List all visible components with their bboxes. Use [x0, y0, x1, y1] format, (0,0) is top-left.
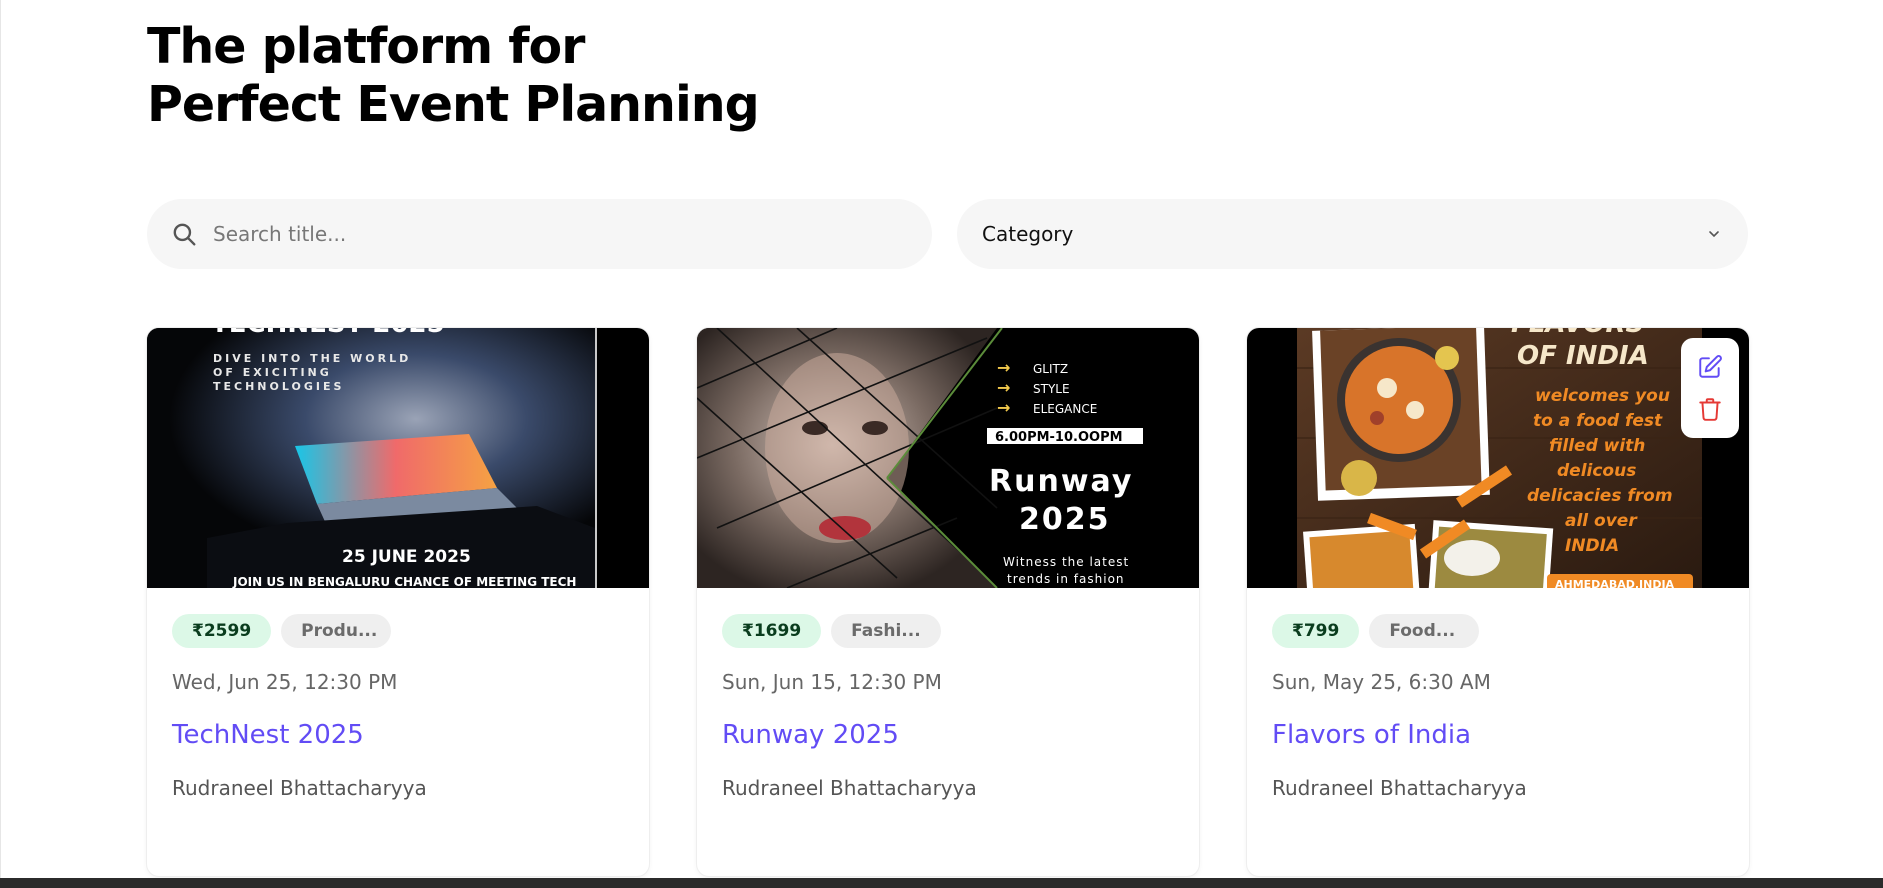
- poster-line-4: delicous: [1557, 461, 1636, 481]
- poster-tagline-1: DIVE INTO THE WORLD: [213, 352, 411, 365]
- search-bar[interactable]: [147, 199, 932, 269]
- poster-line-6: all over: [1565, 511, 1638, 531]
- event-organizer: Rudraneel Bhattacharyya: [722, 776, 977, 800]
- category-badge: Produ...: [281, 614, 392, 648]
- event-card[interactable]: → → → GLITZ STYLE ELEGANCE 6.00PM-10.OOP…: [697, 328, 1199, 876]
- poster-line-5: delicacies from: [1527, 486, 1673, 506]
- event-date: Sun, Jun 15, 12:30 PM: [722, 670, 942, 694]
- price-badge: ₹1699: [722, 614, 822, 648]
- event-card[interactable]: FLAVORS OF INDIA welcomes you to a food …: [1247, 328, 1749, 876]
- window-bottom-edge: [0, 878, 1883, 888]
- poster-bullet-1: GLITZ: [1033, 362, 1068, 376]
- event-card-body: ₹799 Food... Sun, May 25, 6:30 AM Flavor…: [1272, 614, 1729, 800]
- poster-time: 6.00PM-10.OOPM: [995, 430, 1123, 445]
- poster-sub-2: trends in fashion: [1007, 572, 1125, 586]
- poster-line-2: to a food fest: [1533, 411, 1663, 431]
- search-icon: [173, 223, 196, 246]
- event-card-body: ₹1699 Fashi... Sun, Jun 15, 12:30 PM Run…: [722, 614, 1179, 800]
- poster-line-7: INDIA: [1565, 536, 1619, 556]
- event-title[interactable]: Runway 2025: [722, 720, 1179, 754]
- poster-bullet-2: STYLE: [1033, 382, 1070, 396]
- event-title[interactable]: TechNest 2025: [172, 720, 629, 754]
- category-select-label: Category: [982, 222, 1074, 246]
- poster-date: 25 JUNE 2025: [342, 547, 471, 567]
- poster-top-2: OF INDIA: [1517, 341, 1649, 371]
- svg-text:→: →: [997, 358, 1010, 377]
- poster-footer: JOIN US IN BENGALURU CHANCE OF MEETING T…: [232, 575, 576, 588]
- category-badge: Food...: [1369, 614, 1480, 648]
- event-poster-image[interactable]: FLAVORS OF INDIA welcomes you to a food …: [1247, 328, 1749, 588]
- poster-top-1: FLAVORS: [1511, 328, 1644, 339]
- search-input[interactable]: [213, 222, 863, 246]
- page-title: The platform for Perfect Event Planning: [147, 18, 760, 134]
- category-badge: Fashi...: [831, 614, 942, 648]
- chevron-down-icon: [1709, 231, 1719, 238]
- event-title[interactable]: Flavors of India: [1272, 720, 1729, 754]
- poster-bullet-3: ELEGANCE: [1033, 402, 1097, 416]
- category-select[interactable]: Category: [957, 199, 1748, 269]
- poster-line-3: filled with: [1549, 436, 1645, 456]
- edit-icon[interactable]: [1697, 354, 1723, 380]
- price-badge: ₹2599: [172, 614, 272, 648]
- svg-text:→: →: [997, 398, 1010, 417]
- event-tags: ₹2599 Produ...: [172, 614, 629, 648]
- event-card[interactable]: TECHNEST 2025 DIVE INTO THE WORLD OF EXI…: [147, 328, 649, 876]
- page: The platform for Perfect Event Planning …: [0, 0, 1883, 878]
- event-actions: [1681, 338, 1739, 438]
- event-date: Wed, Jun 25, 12:30 PM: [172, 670, 398, 694]
- event-card-body: ₹2599 Produ... Wed, Jun 25, 12:30 PM Tec…: [172, 614, 629, 800]
- event-organizer: Rudraneel Bhattacharyya: [172, 776, 427, 800]
- poster-tagline-3: TECHNOLOGIES: [213, 380, 344, 393]
- page-title-line1: The platform for: [147, 18, 585, 75]
- event-poster-image[interactable]: TECHNEST 2025 DIVE INTO THE WORLD OF EXI…: [147, 328, 649, 588]
- trash-icon[interactable]: [1697, 396, 1723, 422]
- event-tags: ₹799 Food...: [1272, 614, 1729, 648]
- poster-badge: AHMEDABAD,INDIA: [1555, 578, 1675, 588]
- event-organizer: Rudraneel Bhattacharyya: [1272, 776, 1527, 800]
- page-title-line2: Perfect Event Planning: [147, 76, 760, 133]
- poster-sub-1: Witness the latest: [1003, 555, 1129, 569]
- event-date: Sun, May 25, 6:30 AM: [1272, 670, 1491, 694]
- svg-text:→: →: [997, 378, 1010, 397]
- poster-headline: TECHNEST 2025: [211, 328, 445, 339]
- price-badge: ₹799: [1272, 614, 1360, 648]
- poster-headline-1: Runway: [989, 464, 1133, 499]
- poster-tagline-2: OF EXICITING: [213, 366, 332, 379]
- event-tags: ₹1699 Fashi...: [722, 614, 1179, 648]
- poster-line-1: welcomes you: [1535, 386, 1670, 406]
- event-poster-image[interactable]: → → → GLITZ STYLE ELEGANCE 6.00PM-10.OOP…: [697, 328, 1199, 588]
- poster-headline-2: 2025: [1019, 502, 1111, 537]
